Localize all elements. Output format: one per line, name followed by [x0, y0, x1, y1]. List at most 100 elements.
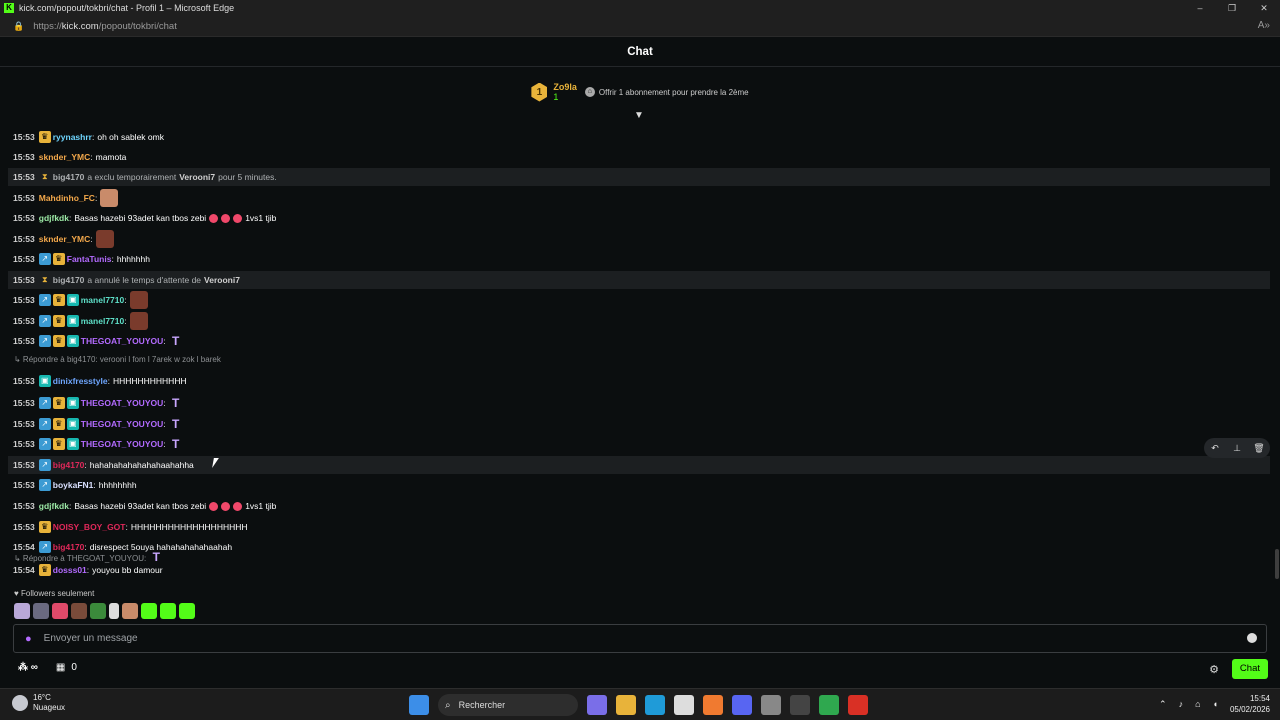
- points-indicator[interactable]: ⁂ ∞: [18, 662, 38, 673]
- read-aloud-icon[interactable]: A»: [1258, 20, 1270, 31]
- chat-message[interactable]: 15:53 ↗ ♛ ▣ THEGOAT_YOUYOU: T: [13, 435, 1270, 453]
- emote: [129, 291, 148, 309]
- notice-target[interactable]: Verooni7: [179, 172, 215, 182]
- notice-target[interactable]: Verooni7: [204, 275, 240, 285]
- emote-quick[interactable]: [14, 603, 30, 619]
- edge-icon[interactable]: [645, 695, 665, 715]
- chat-message[interactable]: 15:53 sknder_YMC: mamota: [13, 148, 1270, 166]
- username[interactable]: dinixfresstyle: [53, 376, 108, 386]
- chrome-profile-icon[interactable]: [848, 695, 868, 715]
- username[interactable]: manel7710: [81, 295, 124, 305]
- chat-message[interactable]: 15:53 ↗ big4170: hahahahahahahahaahahha: [8, 456, 1270, 474]
- send-chat-button[interactable]: Chat: [1231, 659, 1268, 679]
- emote-quick[interactable]: [122, 603, 138, 619]
- chat-message[interactable]: 15:53 ↗ ♛ ▣ manel7710:: [13, 312, 1270, 330]
- message-input[interactable]: ● Envoyer un message: [13, 624, 1267, 653]
- moderation-notice[interactable]: 15:53 ⧗ big4170 a annulé le temps d'attent…: [8, 271, 1270, 289]
- message-list: 15:53 ♛ ryynashrr: oh oh sablek omk 15:53 skn…: [0, 126, 1280, 581]
- settings-app-icon[interactable]: [761, 695, 781, 715]
- mic-tray-icon[interactable]: ♪: [1179, 699, 1184, 709]
- clock[interactable]: 15:54 05/02/2026: [1230, 693, 1270, 715]
- steam-icon[interactable]: [790, 695, 810, 715]
- username[interactable]: gdjfkdk: [39, 213, 69, 223]
- username[interactable]: THEGOAT_YOUYOU: [81, 439, 164, 449]
- timer-icon: ⧗: [41, 172, 48, 181]
- chat-message[interactable]: 15:53 ▣ dinixfresstyle: HHHHHHHHHHHH: [13, 372, 1270, 390]
- chat-message[interactable]: 15:53 gdjfkdk: Basas hazebi 93adet kan tbo…: [13, 497, 1270, 515]
- scrollbar[interactable]: [1275, 549, 1279, 579]
- taskbar-search[interactable]: ⌕ Rechercher: [438, 694, 578, 716]
- emote-quick[interactable]: [109, 603, 119, 619]
- message-time: 15:53: [13, 439, 35, 449]
- store-icon[interactable]: ▦: [56, 662, 65, 673]
- settings-gear-icon[interactable]: ⚙: [1209, 663, 1219, 676]
- collapse-icon[interactable]: ▼: [634, 110, 644, 121]
- microphone-icon[interactable]: ●: [25, 633, 32, 645]
- username[interactable]: sknder_YMC: [39, 234, 91, 244]
- weather-widget[interactable]: 16°C Nuageux: [12, 693, 65, 713]
- username[interactable]: gdjfkdk: [39, 501, 69, 511]
- username[interactable]: THEGOAT_YOUYOU: [81, 419, 164, 429]
- chat-message[interactable]: 15:53 Mahdinho_FC:: [13, 189, 1270, 207]
- chat-message[interactable]: 15:53 ↗ ♛ ▣ manel7710:: [13, 291, 1270, 309]
- moderation-notice[interactable]: 15:53 ⧗ big4170 a exclu temporairement Ver…: [8, 168, 1270, 186]
- emote-quick[interactable]: [90, 603, 106, 619]
- username[interactable]: boykaFN1: [53, 480, 94, 490]
- lock-icon[interactable]: 🔒: [13, 21, 24, 32]
- username[interactable]: THEGOAT_YOUYOU: [81, 398, 164, 408]
- network-icon[interactable]: ⌂: [1195, 699, 1200, 709]
- username[interactable]: THEGOAT_YOUYOU: [81, 336, 164, 346]
- chat-message[interactable]: 15:53 sknder_YMC:: [13, 230, 1270, 248]
- chat-message[interactable]: 15:53 ↗ boykaFN1: hhhhhhhh: [13, 476, 1270, 494]
- chat-message[interactable]: 15:53 gdjfkdk: Basas hazebi 93adet kan tbo…: [13, 209, 1270, 227]
- emote-quick[interactable]: [33, 603, 49, 619]
- chrome-icon[interactable]: [819, 695, 839, 715]
- colon: :: [90, 152, 93, 162]
- username[interactable]: FantaTunis: [67, 254, 112, 264]
- start-icon[interactable]: [409, 695, 429, 715]
- chat-message[interactable]: 15:53 ♛ NOISY_BOY_GOT: HHHHHHHHHHHHHHHHHHH: [13, 518, 1270, 536]
- chat-message[interactable]: 15:54 ♛ dosss01: youyou bb damour: [13, 561, 1270, 579]
- chat-message[interactable]: 15:53 ↗ ♛ ▣ THEGOAT_YOUYOU: T: [13, 415, 1270, 433]
- chat-message[interactable]: 15:53 ↗ ♛ FantaTunis: hhhhhhh: [13, 250, 1270, 268]
- file-explorer-icon[interactable]: [616, 695, 636, 715]
- username[interactable]: ryynashrr: [53, 132, 92, 142]
- chat-message[interactable]: 15:53 ↗ ♛ ▣ THEGOAT_YOUYOU: T: [13, 394, 1270, 412]
- emote-quick[interactable]: [52, 603, 68, 619]
- username[interactable]: sknder_YMC: [39, 152, 91, 162]
- username[interactable]: manel7710: [81, 316, 124, 326]
- top-gifter-name[interactable]: Zo9la: [553, 82, 577, 92]
- username[interactable]: dosss01: [53, 565, 87, 575]
- minimize-button[interactable]: –: [1184, 0, 1216, 16]
- emote-quick[interactable]: [160, 603, 176, 619]
- chat-message[interactable]: 15:54 ↗ big4170: disrespect 5ouya hahahahah…: [13, 538, 1270, 556]
- chat-message[interactable]: 15:53 ↗ ♛ ▣ THEGOAT_YOUYOU: T: [13, 332, 1270, 350]
- emote-quick[interactable]: [179, 603, 195, 619]
- volume-icon[interactable]: ◖: [1213, 699, 1218, 709]
- reply-preview[interactable]: ↳ Répondre à big4170: verooni l fom l 7a…: [14, 355, 221, 364]
- username[interactable]: Mahdinho_FC: [39, 193, 95, 203]
- close-button[interactable]: ✕: [1248, 0, 1280, 16]
- reply-icon[interactable]: ↶: [1204, 443, 1226, 454]
- address-bar[interactable]: 🔒 https://kick.com/popout/tokbri/chat A»: [0, 16, 1280, 37]
- discord-icon[interactable]: [732, 695, 752, 715]
- username[interactable]: NOISY_BOY_GOT: [53, 522, 126, 532]
- chevron-up-icon[interactable]: ⌃: [1159, 699, 1167, 710]
- chat-message[interactable]: 15:53 ♛ ryynashrr: oh oh sablek omk: [13, 128, 1270, 146]
- delete-icon[interactable]: 🗑: [1248, 443, 1270, 454]
- pin-icon[interactable]: ⊥: [1226, 443, 1248, 454]
- app-icon[interactable]: [703, 695, 723, 715]
- emote-quick[interactable]: [141, 603, 157, 619]
- restore-button[interactable]: ❐: [1216, 0, 1248, 16]
- colon: :: [90, 234, 93, 244]
- colon: :: [163, 336, 166, 346]
- copilot-icon[interactable]: [587, 695, 607, 715]
- emote-quick[interactable]: [71, 603, 87, 619]
- gift-subscription-prompt[interactable]: ⌂ Offrir 1 abonnement pour prendre la 2è…: [584, 87, 749, 97]
- username[interactable]: big4170: [53, 172, 85, 182]
- store-app-icon[interactable]: [674, 695, 694, 715]
- username[interactable]: big4170: [53, 460, 85, 470]
- emoji-icon[interactable]: [1247, 633, 1257, 643]
- gifter-badge-icon: ▣: [66, 294, 79, 306]
- username[interactable]: big4170: [53, 275, 85, 285]
